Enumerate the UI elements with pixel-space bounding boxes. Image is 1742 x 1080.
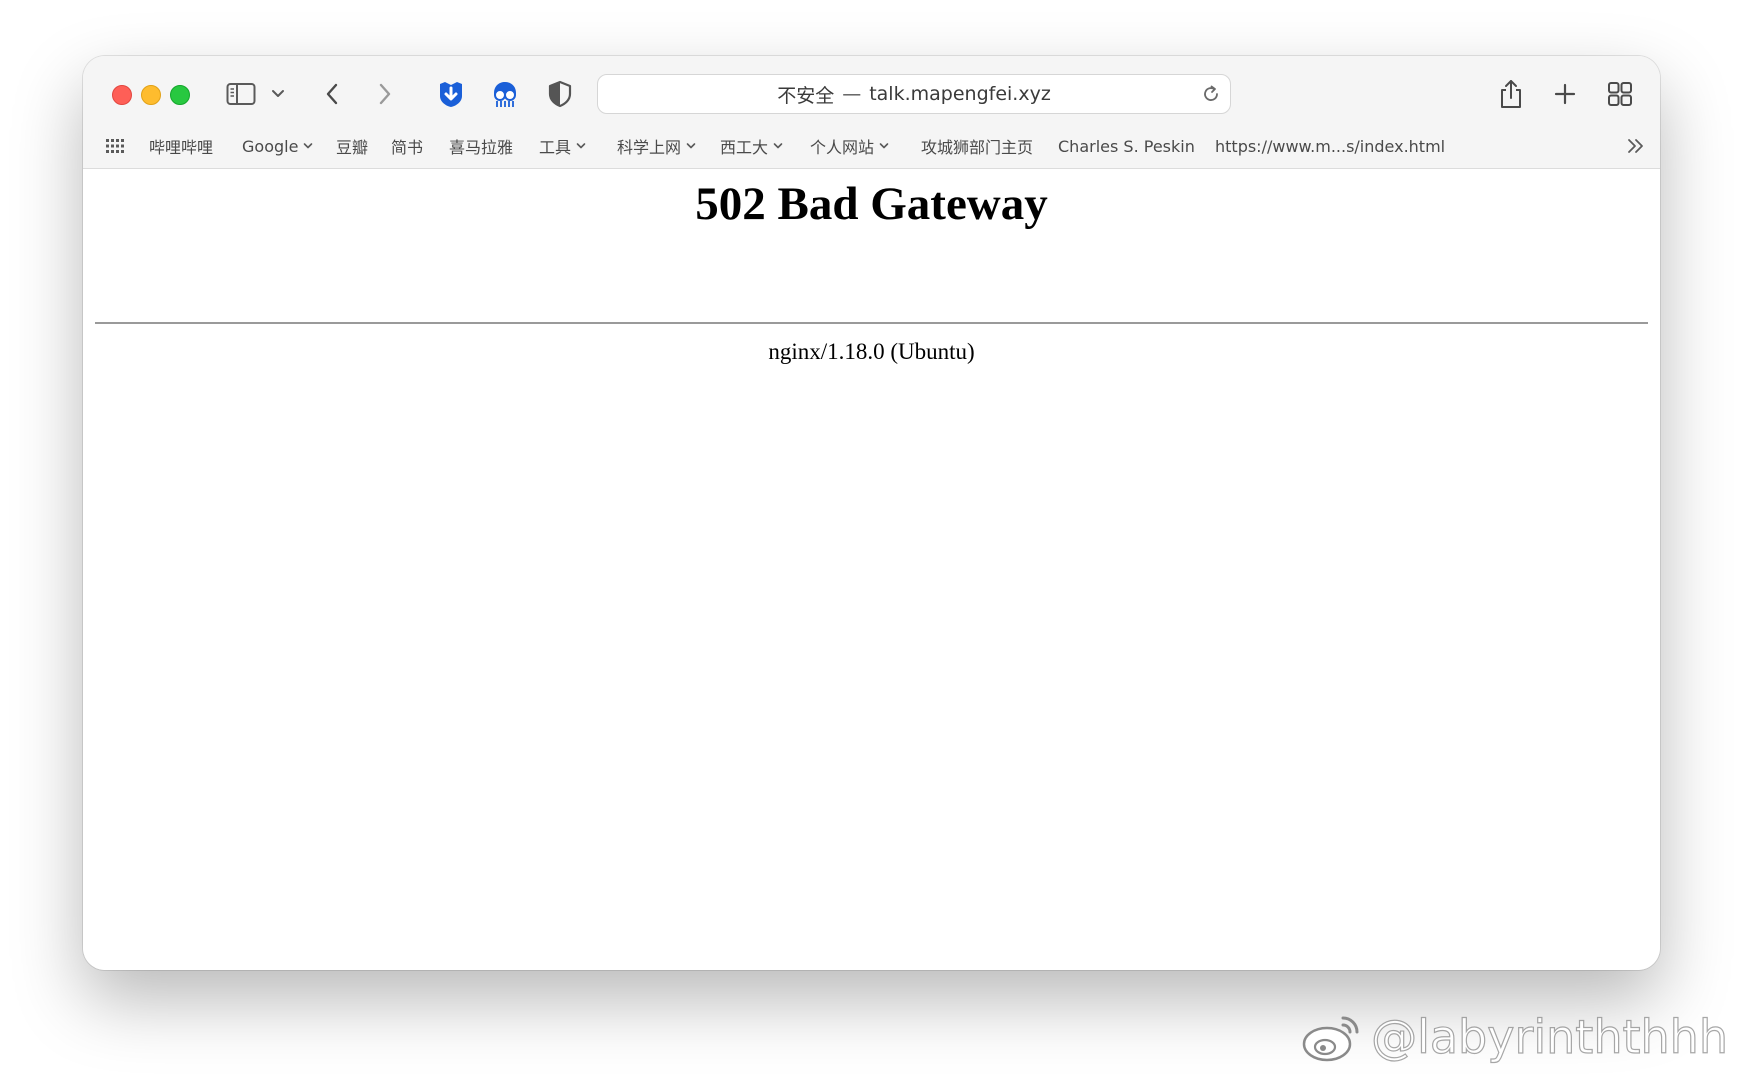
tab-overview-icon — [1608, 82, 1632, 106]
bookmark-item[interactable]: 哔哩哔哩 — [149, 128, 213, 164]
grid-icon[interactable] — [105, 138, 125, 154]
new-tab-button[interactable] — [1551, 78, 1579, 110]
chevron-down-icon — [272, 90, 284, 97]
server-signature: nginx/1.18.0 (Ubuntu) — [768, 339, 975, 364]
address-separator: — — [842, 83, 862, 105]
bookmark-label: 西工大 — [720, 138, 769, 157]
minimize-window-button[interactable] — [141, 85, 161, 105]
octocat-extension-icon — [494, 82, 516, 107]
error-title: 502 Bad Gateway — [695, 178, 1048, 230]
bookmark-item[interactable]: 豆瓣 — [336, 128, 368, 164]
extension-button-octocat[interactable] — [489, 78, 521, 110]
download-shield-extension-icon — [440, 82, 462, 107]
bookmark-label: Google — [242, 136, 299, 156]
forward-button[interactable] — [372, 78, 398, 110]
bookmark-item[interactable]: 简书 — [391, 128, 423, 164]
share-icon — [1501, 80, 1521, 108]
bookmark-label: 个人网站 — [810, 138, 875, 157]
bookmark-item[interactable]: 喜马拉雅 — [449, 128, 513, 164]
double-chevron-right-icon[interactable] — [1626, 137, 1646, 155]
bookmark-label: 豆瓣 — [336, 138, 369, 157]
chevron-down-icon — [879, 143, 889, 149]
close-window-button[interactable] — [112, 85, 132, 105]
address-bar[interactable]: 不安全 — talk.mapengfei.xyz — [597, 74, 1231, 114]
screenshot-stage: 不安全 — talk.mapengfei.xyz 哔哩哔哩 Google 豆瓣 … — [0, 0, 1742, 1080]
bookmark-label: 攻城狮部门主页 — [921, 138, 1034, 157]
reload-icon — [1204, 85, 1218, 101]
shield-extension-icon — [548, 80, 572, 108]
bookmarks-bar: 哔哩哔哩 Google 豆瓣 简书 喜马拉雅 工具 科学上网 西工大 个人网站 攻城狮部门主页 Ch… — [83, 128, 1660, 164]
bookmark-label: 工具 — [539, 138, 572, 157]
bookmark-folder[interactable]: 西工大 — [720, 128, 783, 164]
weibo-watermark: @labyrinththhh — [1301, 1009, 1729, 1065]
bookmark-label: 科学上网 — [617, 138, 682, 157]
chevron-down-icon — [773, 143, 783, 149]
watermark-text: @labyrinththhh — [1370, 1009, 1728, 1064]
security-label: 不安全 — [777, 84, 835, 107]
chevron-right-icon — [379, 83, 391, 105]
chevron-down-icon — [576, 143, 586, 149]
back-button[interactable] — [319, 78, 345, 110]
address-text: 不安全 — talk.mapengfei.xyz — [598, 75, 1230, 113]
bookmark-folder[interactable]: 个人网站 — [810, 128, 889, 164]
sidebar-toggle-button[interactable] — [225, 78, 257, 110]
bookmark-label: 简书 — [391, 138, 424, 157]
maximize-window-button[interactable] — [170, 85, 190, 105]
bookmark-label: https://www.m...s/index.html — [1215, 136, 1446, 156]
bookmark-folder[interactable]: 科学上网 — [617, 128, 696, 164]
page-content: 502 Bad Gateway nginx/1.18.0 (Ubuntu) — [83, 169, 1660, 970]
bookmark-folder[interactable]: Google — [242, 128, 313, 164]
plus-icon — [1554, 83, 1576, 105]
weibo-logo-icon — [1302, 1016, 1359, 1062]
bookmark-label: 哔哩哔哩 — [149, 138, 214, 157]
sidebar-menu-chevron[interactable] — [269, 78, 287, 110]
bookmark-folder[interactable]: 工具 — [539, 128, 586, 164]
browser-window: 不安全 — talk.mapengfei.xyz 哔哩哔哩 Google 豆瓣 … — [83, 56, 1660, 970]
sidebar-icon — [226, 83, 256, 105]
browser-toolbar: 不安全 — talk.mapengfei.xyz 哔哩哔哩 Google 豆瓣 … — [83, 56, 1660, 169]
extension-button-download-shield[interactable] — [435, 78, 467, 110]
chevron-down-icon — [304, 143, 313, 149]
bookmark-item[interactable]: 攻城狮部门主页 — [921, 128, 1033, 164]
tab-overview-button[interactable] — [1605, 78, 1635, 110]
address-host: talk.mapengfei.xyz — [869, 83, 1051, 105]
horizontal-rule — [95, 322, 1648, 324]
reload-button[interactable] — [1200, 83, 1222, 105]
bookmark-item[interactable]: https://www.m...s/index.html — [1215, 128, 1445, 164]
extension-button-shield[interactable] — [544, 78, 576, 110]
share-button[interactable] — [1496, 78, 1526, 110]
chevron-left-icon — [326, 83, 338, 105]
bookmark-label: 喜马拉雅 — [449, 138, 514, 157]
bookmark-item[interactable]: Charles S. Peskin — [1058, 128, 1195, 164]
bookmark-label: Charles S. Peskin — [1058, 136, 1195, 156]
chevron-down-icon — [686, 143, 696, 149]
